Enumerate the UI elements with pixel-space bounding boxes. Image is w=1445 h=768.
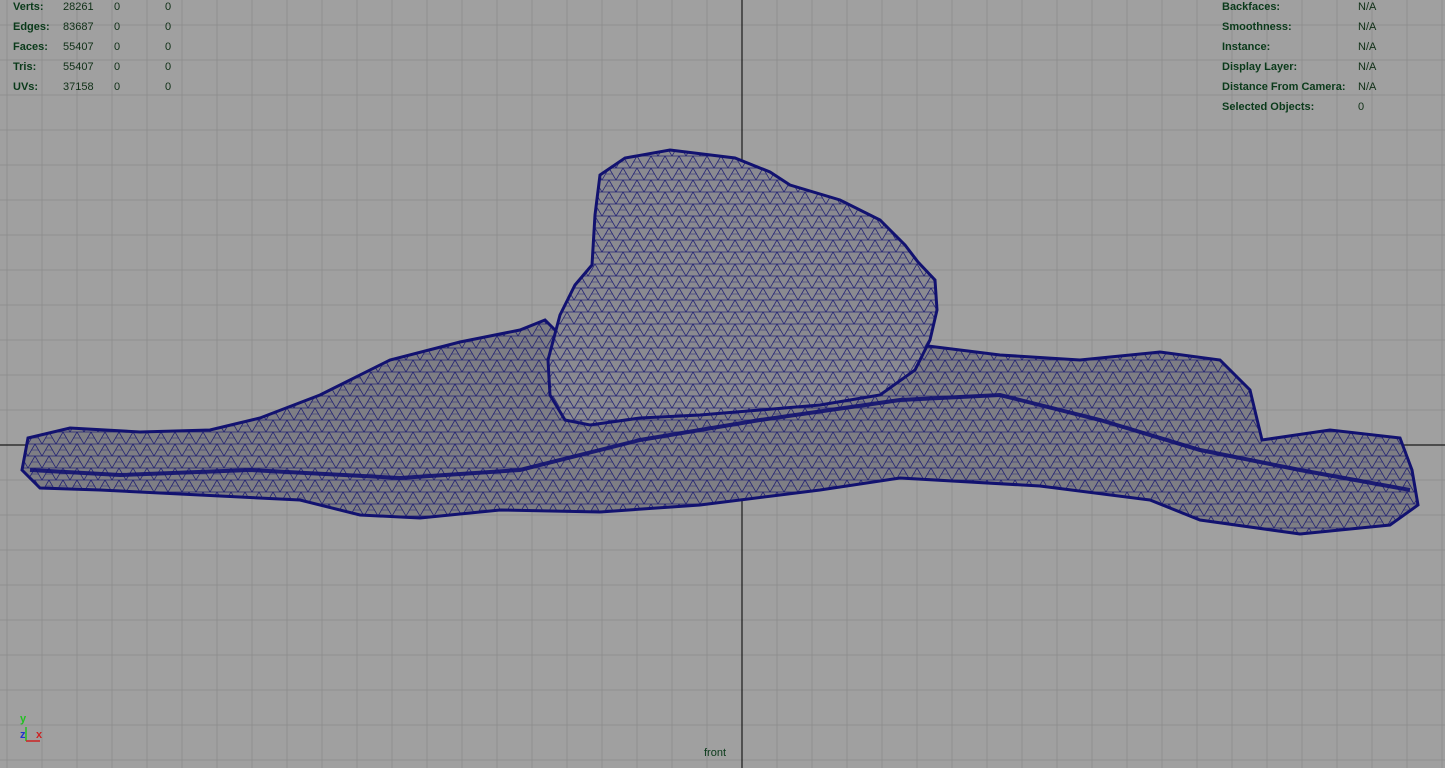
poly-stat-label: UVs:: [13, 81, 39, 93]
poly-stat-value: 0: [114, 21, 121, 33]
poly-stat-value: 0: [165, 21, 172, 33]
object-info-value: 0: [1358, 101, 1365, 113]
object-info-label: Display Layer:: [1222, 61, 1298, 73]
object-info-label: Backfaces:: [1222, 1, 1281, 13]
poly-stat-row: UVs: 37158 0 0: [13, 77, 195, 97]
object-info-value: N/A: [1358, 41, 1377, 53]
poly-stat-value: 83687: [63, 21, 94, 33]
poly-stat-label: Tris:: [13, 61, 37, 73]
poly-stat-value: 0: [165, 41, 172, 53]
poly-stat-value: 0: [165, 61, 172, 73]
poly-stat-label: Verts:: [13, 1, 44, 13]
poly-stat-label: Edges:: [13, 21, 50, 33]
poly-stat-row: Verts: 28261 0 0: [13, 0, 195, 17]
object-info-label: Smoothness:: [1222, 21, 1292, 33]
axis-gizmo: y z x: [18, 713, 48, 747]
poly-stat-value: 37158: [63, 81, 94, 93]
poly-count-hud: Verts: 28261 0 0 Edges: 83687 0 0 Faces: 55407 0 0 T…: [13, 0, 195, 97]
poly-stat-value: 0: [165, 1, 172, 13]
poly-stat-value: 0: [165, 81, 172, 93]
object-info-label: Distance From Camera:: [1222, 81, 1346, 93]
mesh-head-wire: [548, 150, 937, 425]
axis-gizmo-lines: [25, 727, 40, 742]
object-info-row: Display Layer: N/A: [1222, 57, 1376, 77]
poly-stat-value: 0: [114, 41, 121, 53]
poly-stat-row: Edges: 83687 0 0: [13, 17, 195, 37]
object-info-label: Instance:: [1222, 41, 1271, 53]
poly-stat-value: 0: [114, 1, 121, 13]
poly-stat-value: 55407: [63, 61, 94, 73]
object-info-value: N/A: [1358, 81, 1377, 93]
object-info-label: Selected Objects:: [1222, 101, 1315, 113]
poly-stat-value: 0: [114, 61, 121, 73]
poly-stat-row: Tris: 55407 0 0: [13, 57, 195, 77]
poly-stat-value: 28261: [63, 1, 94, 13]
viewport-front[interactable]: Verts: 28261 0 0 Edges: 83687 0 0 Faces: 55407 0 0 T…: [0, 0, 1445, 768]
object-info-value: N/A: [1358, 61, 1377, 73]
object-info-value: N/A: [1358, 21, 1377, 33]
object-info-row: Backfaces: N/A: [1222, 0, 1376, 17]
poly-stat-row: Faces: 55407 0 0: [13, 37, 195, 57]
poly-stat-value: 0: [114, 81, 121, 93]
poly-stat-label: Faces:: [13, 41, 48, 53]
camera-name-label: front: [704, 747, 727, 759]
object-info-row: Selected Objects: 0: [1222, 97, 1376, 117]
object-info-hud: Backfaces: N/A Smoothness: N/A Instance: N/A D…: [1222, 0, 1376, 117]
object-info-row: Smoothness: N/A: [1222, 17, 1376, 37]
poly-stat-value: 55407: [63, 41, 94, 53]
object-info-row: Distance From Camera: N/A: [1222, 77, 1376, 97]
object-info-row: Instance: N/A: [1222, 37, 1376, 57]
object-info-value: N/A: [1358, 1, 1377, 13]
